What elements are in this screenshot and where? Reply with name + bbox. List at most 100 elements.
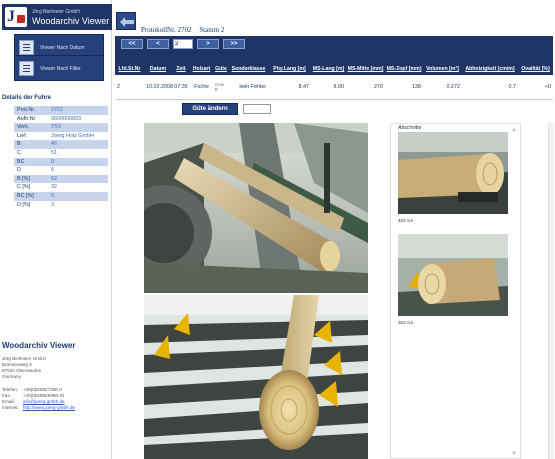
details-value: 32 [48, 183, 108, 192]
details-row: Auftr.Nr. 0600000003 [14, 114, 108, 124]
table-cell: 07:35 [172, 75, 190, 100]
last-record-button[interactable]: >> [223, 39, 245, 49]
details-row: Lief. Joerg Holz GmbH [14, 131, 108, 141]
table-cell: Fichte [190, 75, 213, 100]
back-button[interactable] [116, 12, 136, 30]
filter-icon [19, 61, 34, 76]
details-value: Joerg Holz GmbH [48, 131, 108, 141]
details-value: 51 [48, 148, 108, 158]
cut-sections-title: Abschnitte [398, 125, 422, 131]
details-value: TSV [48, 123, 108, 132]
details-row: B 46 [14, 140, 108, 149]
app-title: Woodarchiv Viewer [32, 16, 110, 26]
details-row: D [%] 3 [14, 200, 108, 210]
details-key: B [14, 140, 48, 149]
column-header[interactable]: Güte [213, 51, 229, 75]
contact-label: Internet: [2, 405, 19, 410]
back-arrow-icon [120, 17, 134, 27]
details-table: Prot.Nr. 2702 Auftr.Nr. 0600000003 Verk. TS… [14, 106, 108, 210]
details-row: Verk. TSV [14, 123, 108, 132]
app-logo: J Jörg Bielmeier GmbH Woodarchiv Viewer [2, 4, 112, 30]
log-data-table: Lfd.St.Nr Datum Zeit Holzart Güte Sonder… [115, 51, 553, 100]
record-number-input[interactable] [173, 39, 193, 49]
table-cell: 8.47 [268, 75, 311, 100]
column-header[interactable]: Datum [144, 51, 172, 75]
stem-number: Stamm 2 [199, 26, 225, 34]
details-value: 0600000003 [48, 114, 108, 124]
record-navigation: << < > >> [115, 36, 553, 51]
cut-photo-1[interactable] [398, 132, 508, 214]
table-row: 2 10.02.2008 07:35 Fichte Gute B kein Fe… [115, 75, 553, 100]
next-record-button[interactable]: > [197, 39, 219, 49]
cut-2-length: 302 cm [398, 320, 414, 325]
cut-sections-scrollbar[interactable]: ▲ ▼ [510, 127, 518, 457]
details-key: B [%] [14, 174, 48, 184]
details-value: 2702 [48, 106, 108, 115]
company-logo-icon: J [5, 7, 27, 27]
protocol-heading: ProtokollNr. 2702 Stamm 2 [141, 26, 230, 34]
column-header[interactable]: MS-Zopf [mm] [385, 51, 423, 75]
details-key: BC [14, 157, 48, 167]
details-row: BC [%] 0 [14, 191, 108, 201]
details-value: 46 [48, 140, 108, 149]
details-key: C [14, 148, 48, 158]
details-value: 0 [48, 157, 108, 167]
previous-record-button[interactable]: < [147, 39, 169, 49]
address-line: Germany [2, 374, 21, 379]
table-cell: 138 [385, 75, 423, 100]
cut-1-length: 402 cm [398, 218, 414, 223]
column-header[interactable]: Zeit [172, 51, 190, 75]
page-scrollbar[interactable] [548, 123, 554, 459]
cut-photo-2[interactable] [398, 234, 508, 316]
footer-title: Woodarchiv Viewer [2, 341, 76, 350]
column-header[interactable]: Abholzigkeit [cm/m] [462, 51, 518, 75]
details-value: 0 [48, 191, 108, 201]
viewer-by-filter-label: Viewer Nach Filter [40, 66, 81, 72]
column-header[interactable]: Ovalität [%] [518, 51, 553, 75]
footer-contact: Telefon: +49(0)8386/7280 0 Fax: +49(0)8386… [2, 387, 79, 411]
column-header[interactable]: Volumen [m³] [423, 51, 462, 75]
details-row: B [%] 62 [14, 174, 108, 184]
column-header[interactable]: MS-Lang [m] [311, 51, 346, 75]
column-header[interactable]: Phy.Lang [m] [268, 51, 311, 75]
log-photo-end-view [144, 295, 368, 459]
details-value: 3 [48, 200, 108, 210]
details-key: Auftr.Nr. [14, 114, 48, 124]
protocol-number: ProtokollNr. 2702 [141, 26, 192, 34]
sidebar: J Jörg Bielmeier GmbH Woodarchiv Viewer … [0, 0, 112, 459]
scroll-up-icon[interactable]: ▲ [511, 127, 517, 133]
column-header[interactable]: Holzart [190, 51, 213, 75]
table-cell: 0.7 [462, 75, 518, 100]
first-record-button[interactable]: << [121, 39, 143, 49]
details-row: BC 0 [14, 157, 108, 167]
table-cell: Gute B [213, 75, 229, 100]
company-name: Jörg Bielmeier GmbH [32, 9, 80, 15]
details-row: Prot.Nr. 2702 [14, 106, 108, 115]
table-cell: kein Fehler [229, 75, 268, 100]
details-key: Prot.Nr. [14, 106, 48, 115]
table-cell: 0.272 [423, 75, 462, 100]
details-key: Lief. [14, 131, 48, 141]
list-icon [19, 40, 34, 55]
details-value: 62 [48, 174, 108, 184]
details-row: C 51 [14, 148, 108, 158]
viewer-by-filter-button[interactable]: Viewer Nach Filter [14, 55, 104, 81]
scroll-down-icon[interactable]: ▼ [511, 451, 517, 457]
table-cell: 2 [115, 75, 144, 100]
log-photo-side-view [144, 123, 368, 293]
table-cell: 10.02.2008 [144, 75, 173, 100]
table-cell: 270 [346, 75, 385, 100]
viewer-by-date-label: Viewer Nach Datum [40, 45, 85, 51]
details-row: D6 [14, 166, 108, 175]
details-key: C [%] [14, 183, 48, 192]
change-quality-button[interactable]: Güte ändern [182, 103, 238, 115]
details-value: 6 [48, 166, 108, 175]
quality-input[interactable] [243, 104, 271, 114]
column-header[interactable]: MS-Mitte [mm] [346, 51, 385, 75]
website-link[interactable]: http://www.joerg-gmbh.de [23, 405, 79, 411]
table-cell: 8.00 [311, 75, 346, 100]
column-header[interactable]: Lfd.St.Nr [115, 51, 144, 75]
details-row: C [%] 32 [14, 183, 108, 192]
table-cell: <0 [518, 75, 553, 100]
column-header[interactable]: Sonderklasse [229, 51, 268, 75]
